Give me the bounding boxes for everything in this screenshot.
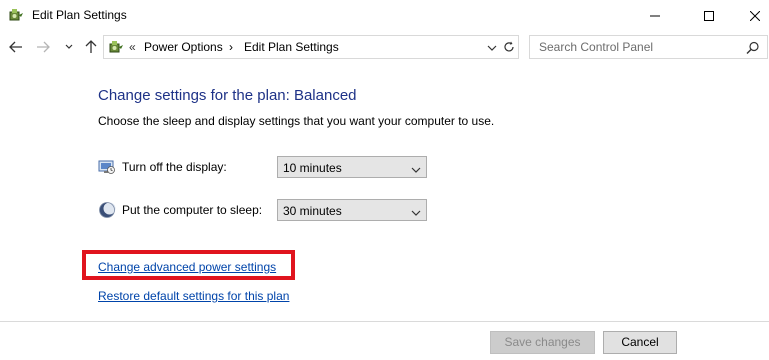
minimize-button[interactable]	[632, 0, 678, 31]
up-button[interactable]	[83, 39, 99, 55]
chevron-down-icon	[411, 205, 421, 216]
close-button[interactable]	[732, 0, 769, 31]
sleep-timeout-select[interactable]: 30 minutes	[277, 199, 427, 221]
chevron-down-icon	[65, 44, 73, 49]
recent-locations-button[interactable]	[61, 39, 77, 55]
title-bar: Edit Plan Settings	[0, 0, 769, 31]
display-timeout-label: Turn off the display:	[122, 160, 227, 174]
power-options-icon	[8, 7, 24, 23]
breadcrumb-edit-plan-settings[interactable]: Edit Plan Settings	[244, 40, 339, 54]
save-changes-button[interactable]: Save changes	[490, 331, 595, 354]
search-placeholder: Search Control Panel	[539, 40, 654, 54]
display-icon	[98, 158, 116, 176]
advanced-power-settings-link[interactable]: Change advanced power settings	[98, 260, 276, 274]
power-options-icon	[108, 39, 124, 55]
breadcrumb-separator[interactable]: ›	[229, 40, 233, 54]
refresh-button[interactable]	[500, 35, 519, 59]
sleep-timeout-label: Put the computer to sleep:	[122, 203, 263, 217]
footer-divider	[0, 321, 769, 322]
forward-button[interactable]	[35, 39, 51, 55]
search-input[interactable]: Search Control Panel	[529, 35, 768, 59]
maximize-button[interactable]	[686, 0, 732, 31]
arrow-right-icon	[37, 41, 50, 53]
display-timeout-value: 10 minutes	[283, 161, 342, 175]
navigation-bar: « Power Options › Edit Plan Settings Sea…	[0, 31, 769, 63]
display-timeout-select[interactable]: 10 minutes	[277, 156, 427, 178]
sleep-moon-icon	[98, 201, 116, 219]
arrow-up-icon	[85, 40, 97, 53]
sleep-timeout-value: 30 minutes	[283, 204, 342, 218]
restore-defaults-link[interactable]: Restore default settings for this plan	[98, 289, 289, 303]
page-heading: Change settings for the plan: Balanced	[98, 87, 357, 104]
cancel-button[interactable]: Cancel	[603, 331, 677, 354]
arrow-left-icon	[9, 41, 22, 53]
refresh-icon	[504, 41, 514, 52]
breadcrumb-overflow[interactable]: «	[129, 40, 136, 54]
address-bar[interactable]: « Power Options › Edit Plan Settings	[103, 35, 501, 59]
search-icon[interactable]	[746, 41, 760, 55]
window-title: Edit Plan Settings	[32, 8, 127, 22]
chevron-down-icon	[411, 162, 421, 173]
back-button[interactable]	[8, 39, 24, 55]
address-dropdown-icon[interactable]	[486, 41, 498, 53]
page-description: Choose the sleep and display settings th…	[98, 114, 495, 128]
breadcrumb-power-options[interactable]: Power Options	[144, 40, 223, 54]
